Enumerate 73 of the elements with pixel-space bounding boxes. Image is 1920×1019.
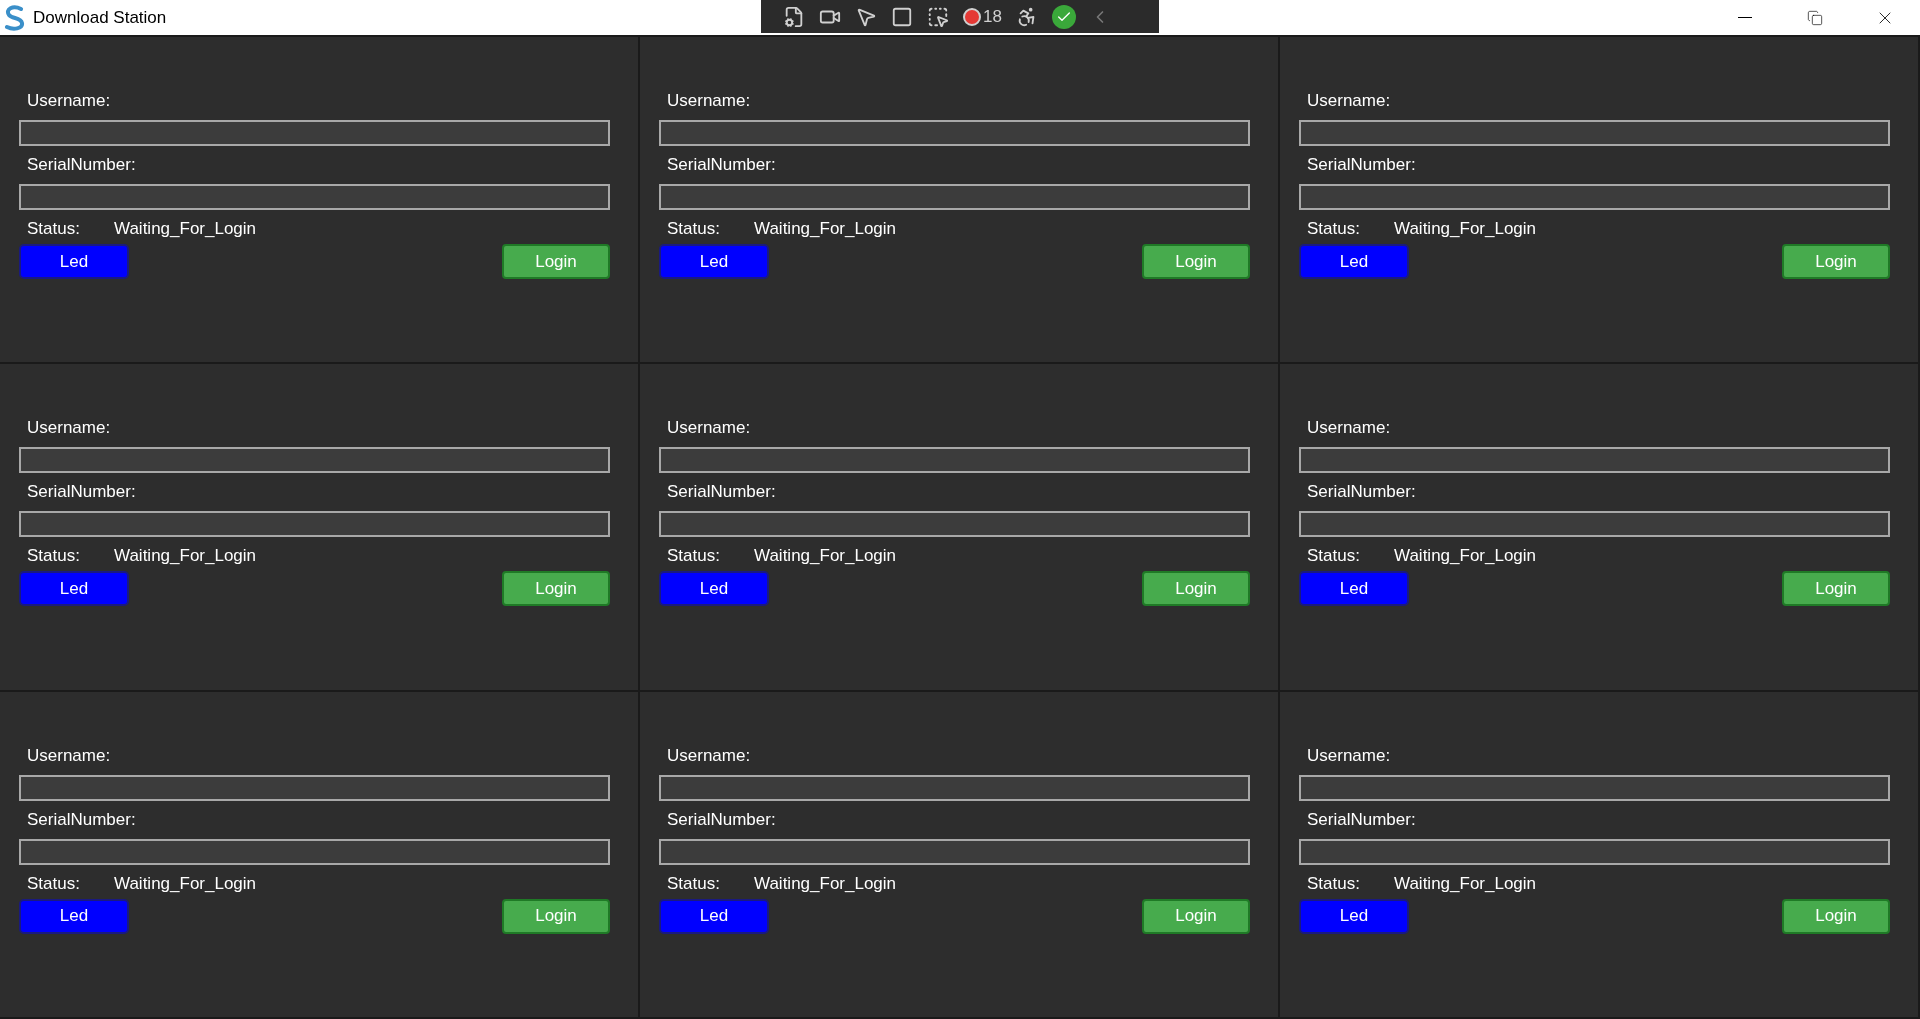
input-field[interactable] xyxy=(1299,447,1890,474)
field-label: Username: xyxy=(1307,417,1392,440)
field-label: Username: xyxy=(667,744,752,767)
status-label: Status: xyxy=(1307,218,1361,240)
square-icon[interactable] xyxy=(891,5,913,28)
selection-pointer-icon[interactable] xyxy=(927,5,949,28)
status-label: Status: xyxy=(1307,872,1361,895)
led-button[interactable]: Led xyxy=(19,571,129,607)
input-field[interactable] xyxy=(1299,511,1890,538)
input-field[interactable] xyxy=(1299,838,1890,865)
input-field[interactable] xyxy=(19,447,610,474)
input-field[interactable] xyxy=(19,511,610,538)
field-label: SerialNumber: xyxy=(667,481,777,504)
input-field[interactable] xyxy=(659,774,1250,801)
status-value: Waiting_For_Login xyxy=(1394,218,1537,240)
field-label: Username: xyxy=(27,90,112,112)
input-field[interactable] xyxy=(1299,120,1890,146)
status-label: Status: xyxy=(27,218,81,240)
field-label: Username: xyxy=(27,744,112,767)
field-label: SerialNumber: xyxy=(27,154,137,176)
restore-icon xyxy=(1807,9,1823,26)
status-value: Waiting_For_Login xyxy=(754,218,897,240)
led-button[interactable]: Led xyxy=(1299,244,1409,279)
field-label: Username: xyxy=(1307,744,1392,767)
field-label: SerialNumber: xyxy=(1307,481,1417,504)
led-button[interactable]: Led xyxy=(19,244,129,279)
status-label: Status: xyxy=(667,218,721,240)
led-button[interactable]: Led xyxy=(659,898,769,934)
led-button[interactable]: Led xyxy=(1299,898,1409,934)
minimize-icon xyxy=(1738,17,1752,18)
input-field[interactable] xyxy=(19,838,610,865)
error-badge-icon[interactable] xyxy=(963,7,981,26)
led-button[interactable]: Led xyxy=(659,571,769,607)
field-label: SerialNumber: xyxy=(667,154,777,176)
input-field[interactable] xyxy=(19,184,610,210)
input-field[interactable] xyxy=(659,511,1250,538)
input-field[interactable] xyxy=(1299,184,1890,210)
input-field[interactable] xyxy=(659,120,1250,146)
status-value: Waiting_For_Login xyxy=(114,545,257,568)
input-field[interactable] xyxy=(19,120,610,146)
input-field[interactable] xyxy=(659,838,1250,865)
status-label: Status: xyxy=(1307,545,1361,568)
status-label: Status: xyxy=(667,545,721,568)
field-label: SerialNumber: xyxy=(1307,154,1417,176)
status-value: Waiting_For_Login xyxy=(1394,545,1537,568)
field-label: SerialNumber: xyxy=(667,808,777,831)
status-label: Status: xyxy=(667,872,721,895)
field-label: SerialNumber: xyxy=(27,808,137,831)
field-label: SerialNumber: xyxy=(1307,808,1417,831)
error-count: 18 xyxy=(983,5,1002,28)
field-label: Username: xyxy=(667,417,752,440)
status-value: Waiting_For_Login xyxy=(754,545,897,568)
led-button[interactable]: Led xyxy=(1299,571,1409,607)
settings-icon[interactable] xyxy=(783,5,805,28)
status-label: Status: xyxy=(27,545,81,568)
led-button[interactable]: Led xyxy=(19,898,129,934)
status-label: Status: xyxy=(27,872,81,895)
field-label: Username: xyxy=(667,90,752,112)
led-button[interactable]: Led xyxy=(659,244,769,279)
input-field[interactable] xyxy=(19,774,610,801)
input-field[interactable] xyxy=(659,447,1250,474)
check-icon[interactable] xyxy=(1051,4,1076,29)
field-label: SerialNumber: xyxy=(27,481,137,504)
app-logo-icon xyxy=(3,4,27,31)
window-title: Download Station xyxy=(33,6,167,29)
input-field[interactable] xyxy=(659,184,1250,210)
status-value: Waiting_For_Login xyxy=(1394,872,1537,895)
status-value: Waiting_For_Login xyxy=(114,872,257,895)
field-label: Username: xyxy=(1307,90,1392,112)
input-field[interactable] xyxy=(1299,774,1890,801)
status-value: Waiting_For_Login xyxy=(114,218,257,240)
status-value: Waiting_For_Login xyxy=(754,872,897,895)
field-label: Username: xyxy=(27,417,112,440)
